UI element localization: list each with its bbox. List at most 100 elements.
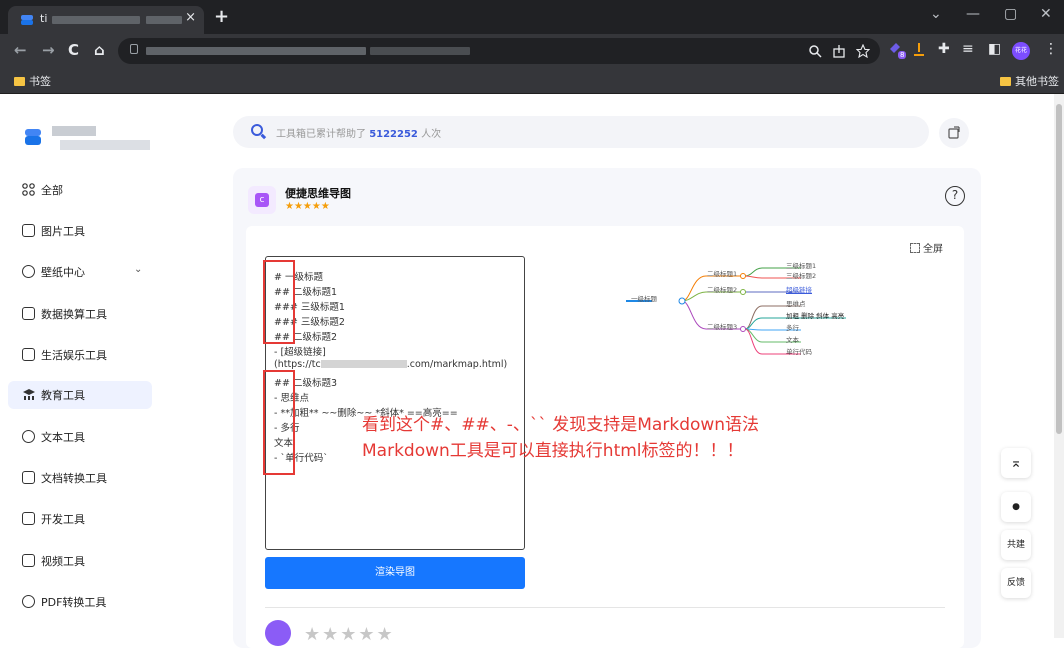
sidebar-item-pdf[interactable]: PDF转换工具 [8, 588, 152, 616]
sidebar-item-dev[interactable]: 开发工具 [8, 505, 152, 533]
feedback-button[interactable]: 反馈 [1001, 568, 1031, 598]
sidebar-item-label: PDF转换工具 [41, 596, 107, 609]
star-icon[interactable] [856, 44, 870, 58]
tab-close-icon[interactable]: × [185, 10, 196, 25]
puzzle-icon[interactable]: ✚ [938, 41, 950, 57]
mindmap-preview[interactable] [626, 254, 866, 364]
notify-button[interactable]: ● [1001, 492, 1031, 522]
share-button[interactable] [939, 118, 969, 148]
sidebar-item-doc-convert[interactable]: 文档转换工具 [8, 464, 152, 492]
home-button[interactable]: ⌂ [94, 41, 105, 59]
sidebar-item-all[interactable]: 全部 [8, 176, 152, 204]
render-mindmap-button[interactable]: 渲染导图 [265, 557, 525, 589]
sidebar-item-label: 壁纸中心 [41, 266, 85, 279]
scrollbar[interactable] [1054, 94, 1064, 638]
mindmap-link-node[interactable]: 超级链接 [786, 284, 812, 294]
chevron-down-icon: ⌄ [134, 264, 143, 275]
sidebar-item-label: 教育工具 [41, 389, 85, 402]
mindmap-root: 一级标题 [631, 295, 657, 303]
main-content: 工具箱已累计帮助了 5122252 人次 c 便捷思维导图 ★★★★★ ? 全屏 [166, 94, 1052, 648]
tab-title-blur [52, 16, 140, 24]
sidebar-item-label: 开发工具 [41, 513, 85, 526]
sidebar-item-life[interactable]: 生活娱乐工具 [8, 341, 152, 369]
education-icon [23, 389, 35, 400]
sidebar-item-label: 文本工具 [41, 431, 85, 444]
tool-panel: 全屏 # 一级标题 ## 二级标题1 ### 三级标题1 ### 三级标题2 #… [246, 226, 964, 648]
fullscreen-button[interactable]: 全屏 [910, 240, 943, 255]
sidebar-item-label: 数据换算工具 [41, 308, 107, 321]
sidebar-item-data-convert[interactable]: 数据换算工具 [8, 300, 152, 328]
scrollbar-thumb[interactable] [1056, 104, 1062, 434]
mindmap-node: 三级标题1 [786, 262, 817, 270]
side-panel-icon[interactable]: ◧ [988, 41, 1001, 57]
bookmarks-label: 书签 [29, 75, 51, 88]
search-stats: 工具箱已累计帮助了 5122252 人次 [276, 125, 441, 140]
tab-search-icon[interactable]: ⌄ [930, 6, 942, 22]
download-icon[interactable] [912, 41, 926, 57]
share-icon [948, 126, 960, 139]
editor-line: (https://tc [274, 359, 321, 370]
help-button[interactable]: ? [945, 186, 965, 206]
doc-icon [22, 471, 35, 484]
maximize-button[interactable]: ▢ [1004, 6, 1017, 22]
address-bar[interactable] [118, 38, 880, 64]
close-window-button[interactable]: ✕ [1040, 6, 1052, 22]
avatar [265, 620, 291, 646]
bookmarks-folder[interactable]: 书签 [14, 73, 51, 89]
profile-avatar[interactable]: 花花 [1012, 42, 1030, 60]
editor-line: - [超级链接] [274, 347, 326, 358]
search-bar[interactable]: 工具箱已累计帮助了 5122252 人次 [233, 116, 929, 148]
app-logo-icon[interactable] [24, 128, 42, 146]
sidebar-item-label: 图片工具 [41, 225, 85, 238]
sidebar-item-label: 文档转换工具 [41, 472, 107, 485]
other-bookmarks-label: 其他书签 [1015, 75, 1059, 88]
grid-icon [22, 183, 35, 196]
reading-list-icon[interactable]: ≡ [962, 41, 974, 57]
new-tab-button[interactable]: + [214, 6, 229, 27]
annotation-line-1: 看到这个#、##、-、`` 发现支持是Markdown语法 [362, 415, 760, 435]
logo-text-blur [60, 140, 150, 150]
sidebar-item-wallpaper[interactable]: 壁纸中心 ⌄ [8, 258, 152, 286]
mindmap-node: 文本 [786, 336, 799, 344]
editor-line: .com/markmap.html) [406, 359, 508, 370]
back-to-top-button[interactable]: ⌅ [1001, 448, 1031, 478]
mindmap-node: 思维点 [786, 300, 806, 308]
menu-icon[interactable]: ⋮ [1044, 41, 1058, 57]
mindmap-node: 单行代码 [786, 348, 812, 356]
other-bookmarks-folder[interactable]: 其他书签 [1000, 73, 1059, 89]
fun-icon [22, 348, 35, 361]
annotation-line-2: Markdown工具是可以直接执行html标签的！！！ [362, 441, 744, 461]
reload-button[interactable]: C [68, 41, 79, 59]
mindmap-node: 三级标题2 [786, 272, 817, 280]
browser-titlebar: ti × + ⌄ — ▢ ✕ [0, 0, 1064, 34]
sidebar-item-video[interactable]: 视频工具 [8, 547, 152, 575]
forward-button[interactable]: → [42, 41, 55, 59]
tool-card: c 便捷思维导图 ★★★★★ ? 全屏 # 一级标题 ## 二级标题1 ### … [233, 168, 981, 648]
sidebar-item-education[interactable]: 教育工具 [8, 381, 152, 409]
minimize-button[interactable]: — [966, 6, 980, 22]
url-blur [146, 47, 366, 55]
fullscreen-label: 全屏 [923, 244, 943, 255]
annotation-box [263, 260, 295, 344]
co-build-button[interactable]: 共建 [1001, 530, 1031, 560]
fullscreen-icon [910, 243, 920, 253]
logo-text-blur [52, 126, 96, 136]
back-button[interactable]: ← [14, 41, 27, 59]
zoom-icon[interactable] [808, 44, 822, 58]
browser-tab[interactable]: ti × [8, 6, 204, 34]
sidebar: 全部 图片工具 壁纸中心 ⌄ 数据换算工具 生活娱乐工具 教育工具 文本工具 文… [0, 94, 166, 638]
image-icon [22, 224, 35, 237]
tab-title: ti [40, 12, 48, 25]
tool-title: 便捷思维导图 [285, 187, 351, 200]
search-suffix: 人次 [421, 129, 442, 140]
sidebar-item-image-tools[interactable]: 图片工具 [8, 217, 152, 245]
sidebar-item-text[interactable]: 文本工具 [8, 423, 152, 451]
help-count: 5122252 [369, 129, 418, 140]
pdf-icon [22, 595, 35, 608]
mindmap-node: 加粗 删除 斜体 高亮 [786, 312, 845, 320]
rating-stars[interactable]: ★★★★★ [304, 624, 395, 645]
annotation-box [263, 370, 295, 475]
share-icon[interactable] [832, 44, 846, 58]
markdown-editor[interactable]: # 一级标题 ## 二级标题1 ### 三级标题1 ### 三级标题2 ## 二… [263, 256, 525, 550]
sidebar-item-label: 视频工具 [41, 555, 85, 568]
